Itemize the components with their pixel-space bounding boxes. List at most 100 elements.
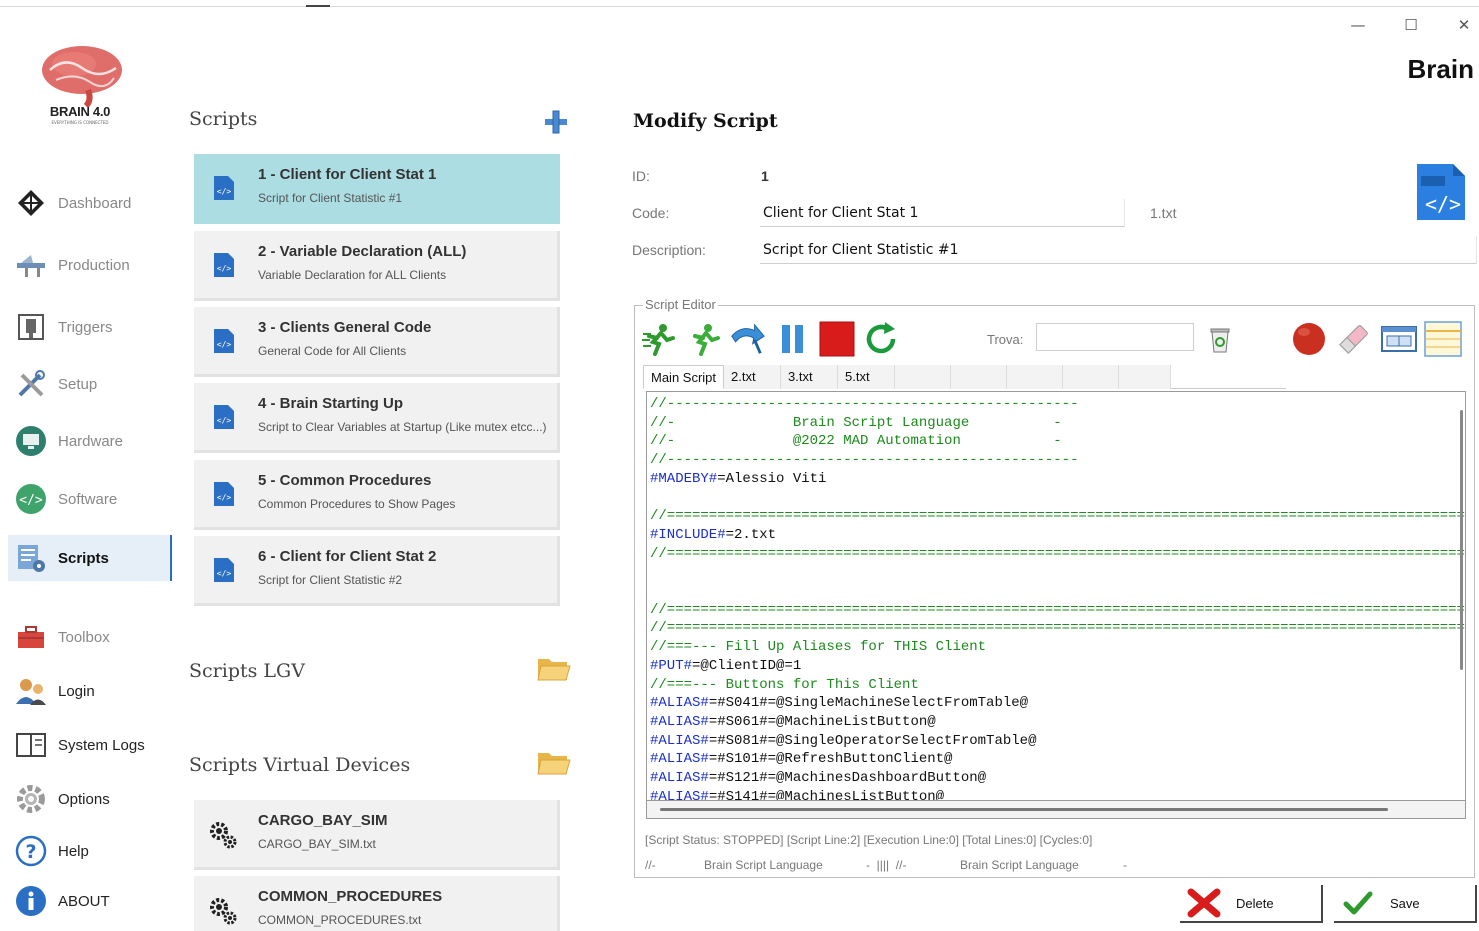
script-file-icon: </> (214, 405, 234, 429)
run-button[interactable] (686, 320, 724, 358)
script-file-icon: </> (214, 176, 234, 200)
sidebar-item-production[interactable]: Production (8, 242, 172, 288)
code-field[interactable] (760, 199, 1125, 227)
sidebar-item-label: ABOUT (58, 892, 110, 910)
svg-text:</>: </> (217, 340, 232, 349)
script-file-name: 1.txt (1150, 205, 1177, 221)
svg-text:</>: </> (217, 187, 232, 196)
sidebar-item-scripts[interactable]: Scripts (8, 535, 172, 581)
clear-search-button[interactable] (1203, 320, 1237, 358)
sidebar-item-label: Triggers (58, 318, 113, 336)
code-token: =2.txt (725, 526, 777, 543)
run-icon (693, 324, 720, 356)
sidebar-item-about[interactable]: ABOUT (8, 878, 172, 924)
tab-5-txt[interactable]: 5.txt (838, 365, 896, 389)
stop-button[interactable] (818, 320, 856, 358)
maximize-button[interactable]: ☐ (1396, 14, 1426, 36)
add-script-button[interactable] (543, 109, 569, 135)
script-card-title: 2 - Variable Declaration (ALL) (258, 243, 467, 260)
code-token: #ALIAS# (650, 732, 709, 749)
code-token: //======================================… (650, 508, 1466, 525)
sidebar-item-login[interactable]: Login (8, 668, 172, 714)
script-card-2[interactable]: </> 2 - Variable Declaration (ALL) Varia… (194, 231, 560, 301)
close-button[interactable]: ✕ (1449, 14, 1479, 36)
code-line: #ALIAS#=#S141#=@MachinesListButton@ (650, 788, 1465, 800)
script-card-6[interactable]: </> 6 - Client for Client Stat 2 Script … (194, 536, 560, 606)
sidebar-item-label: Setup (58, 375, 98, 393)
code-line: //===--- Fill Up Aliases for THIS Client (650, 638, 1465, 657)
sidebar-item-dashboard[interactable]: Dashboard (8, 180, 172, 226)
tab-main-script[interactable]: Main Script (643, 365, 725, 389)
sidebar-item-label: Hardware (58, 432, 124, 450)
status-separator: - |||| //- (866, 858, 907, 872)
triggers-icon (14, 310, 48, 344)
code-line: #PUT#=@ClientID@=1 (650, 657, 1465, 676)
record-button[interactable] (1290, 320, 1328, 358)
script-card-4[interactable]: </> 4 - Brain Starting Up Script to Clea… (194, 383, 560, 453)
svg-text:</>: </> (217, 569, 232, 578)
sidebar-item-label: Dashboard (58, 194, 132, 212)
sidebar-item-label: Login (58, 682, 95, 700)
tab-2-txt[interactable]: 2.txt (724, 365, 782, 389)
hardware-icon (14, 424, 48, 458)
script-card-5[interactable]: </> 5 - Common Procedures Common Procedu… (194, 460, 560, 530)
code-token: #ALIAS# (650, 713, 709, 730)
sidebar-item-software[interactable]: </> Software (8, 476, 172, 522)
virtual-script-card-1[interactable]: CARGO_BAY_SIM CARGO_BAY_SIM.txt (194, 800, 560, 870)
open-lgv-folder-button[interactable] (537, 655, 571, 683)
system-logs-icon (14, 728, 48, 762)
description-field[interactable] (760, 236, 1477, 264)
sidebar-item-hardware[interactable]: Hardware (8, 418, 172, 464)
id-value: 1 (761, 168, 769, 184)
code-editor[interactable]: //--------------------------------------… (646, 391, 1466, 801)
eraser-button[interactable] (1335, 320, 1373, 358)
code-label: Code: (632, 205, 670, 221)
script-card-3[interactable]: </> 3 - Clients General Code General Cod… (194, 307, 560, 377)
script-file-icon: </> (214, 253, 234, 277)
virtual-script-card-2[interactable]: COMMON_PROCEDURES COMMON_PROCEDURES.txt (194, 876, 560, 931)
tab-empty (1007, 365, 1064, 389)
title-bar-mark (306, 5, 330, 7)
window-button[interactable] (1380, 320, 1418, 358)
script-card-subtitle: Script for Client Statistic #1 (258, 191, 403, 205)
sidebar-item-options[interactable]: Options (8, 776, 172, 822)
tab-3-txt[interactable]: 3.txt (781, 365, 839, 389)
code-token: //======================================… (650, 601, 1466, 618)
script-card-subtitle: Common Procedures to Show Pages (258, 497, 456, 511)
code-token: =@ClientID@=1 (692, 657, 802, 674)
pause-icon (782, 325, 803, 353)
svg-text:</>: </> (217, 493, 232, 502)
reload-button[interactable] (862, 320, 900, 358)
code-line: //======================================… (650, 545, 1465, 564)
tab-empty (1119, 365, 1172, 389)
step-over-button[interactable] (728, 320, 766, 358)
setup-icon (14, 367, 48, 401)
script-card-title: 6 - Client for Client Stat 2 (258, 548, 437, 565)
open-virtual-folder-button[interactable] (537, 749, 571, 777)
minimize-button[interactable]: — (1343, 14, 1373, 36)
save-label: Save (1390, 895, 1420, 911)
trova-search-input[interactable] (1036, 323, 1194, 351)
sidebar-item-system-logs[interactable]: System Logs (8, 722, 172, 768)
script-card-subtitle: Script for Client Statistic #2 (258, 573, 403, 587)
script-card-1[interactable]: </> 1 - Client for Client Stat 1 Script … (194, 154, 560, 224)
window-icon (1381, 326, 1417, 352)
delete-button[interactable]: Delete (1180, 885, 1323, 923)
code-line: //======================================… (650, 619, 1466, 638)
horizontal-scrollbar-thumb[interactable] (660, 808, 1388, 811)
pause-button[interactable] (774, 320, 812, 358)
save-button[interactable]: Save (1334, 885, 1477, 923)
run-all-button[interactable] (640, 320, 678, 358)
sidebar-item-help[interactable]: ? Help (8, 828, 172, 874)
code-token: //======================================… (650, 620, 1466, 637)
vertical-scrollbar[interactable] (1460, 410, 1463, 670)
sidebar-item-setup[interactable]: Setup (8, 361, 172, 407)
code-token: =#S061#=@MachineListButton@ (708, 713, 936, 730)
status-text-2: Brain Script Language (960, 858, 1079, 872)
script-file-icon: </> (214, 329, 234, 353)
sidebar-item-toolbox[interactable]: Toolbox (8, 614, 172, 660)
code-token: #ALIAS# (650, 770, 709, 787)
table-button[interactable] (1424, 320, 1462, 358)
sidebar-item-triggers[interactable]: Triggers (8, 304, 172, 350)
status-suffix: - (1123, 858, 1127, 872)
